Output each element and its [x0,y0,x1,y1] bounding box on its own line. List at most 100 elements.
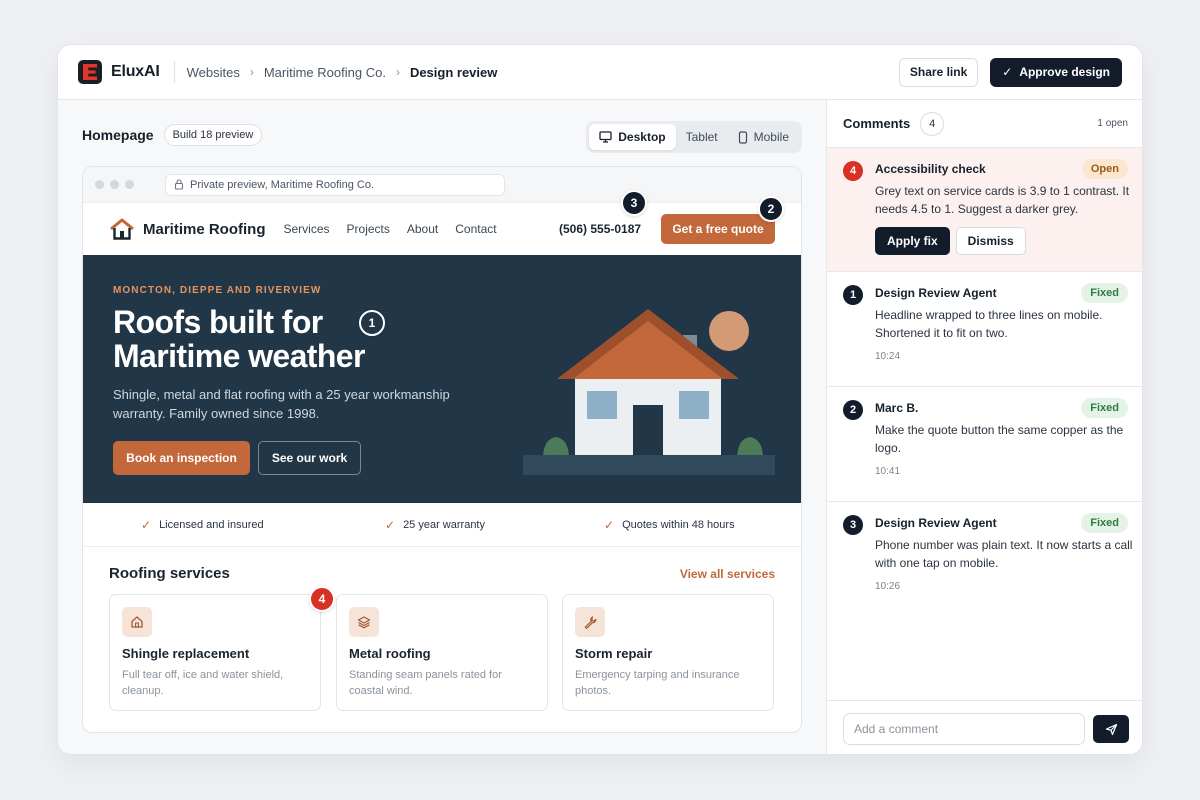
annotation-pin-1[interactable]: 1 [359,310,385,336]
annotation-pin-2[interactable]: 2 [758,196,784,222]
device-switcher: Desktop Tablet Mobile [586,121,802,153]
comment-body: Grey text on service cards is 3.9 to 1 c… [875,184,1130,216]
check-icon: ✓ [604,517,615,532]
wrench-icon [575,607,605,637]
view-all-services-link[interactable]: View all services [680,567,775,581]
comment-item[interactable]: 1 Design Review Agent Fixed Headline wra… [827,272,1142,387]
book-inspection-button[interactable]: Book an inspection [113,441,250,475]
comment-item[interactable]: 4 Accessibility check Open Grey text on … [827,148,1142,272]
layers-icon [349,607,379,637]
status-badge: Fixed [1081,398,1128,418]
site-nav-links: Services Projects About Contact [284,222,514,236]
device-mobile-label: Mobile [753,130,789,144]
check-icon: ✓ [1002,65,1013,79]
window-dot [125,180,134,189]
build-badge: Build 18 preview [163,124,263,146]
status-badge: Open [1081,159,1128,179]
hero-title-line-2: Maritime weather [113,338,365,374]
check-icon: ✓ [385,517,396,532]
get-quote-button[interactable]: Get a free quote [661,214,775,244]
service-title: Shingle replacement [122,646,250,661]
send-icon [1105,723,1117,735]
app-window: EluxAI Websites › Maritime Roofing Co. ›… [57,44,1143,755]
comment-pin-number: 4 [843,161,863,181]
browser-chrome: Private preview, Maritime Roofing Co. [83,167,801,203]
comment-body: Make the quote button the same copper as… [875,423,1124,455]
service-card[interactable]: Storm repair Emergency tarping and insur… [562,594,774,711]
share-link-button[interactable]: Share link [898,57,979,87]
phone-icon [738,130,747,144]
hero-title-line-1: Roofs built for [113,304,323,340]
monitor-icon [599,131,612,143]
top-bar: EluxAI Websites › Maritime Roofing Co. ›… [58,45,1142,100]
nav-projects[interactable]: Projects [347,222,390,236]
device-desktop-label: Desktop [618,130,666,144]
trust-text: 25 year warranty [403,518,485,531]
address-bar[interactable]: Private preview, Maritime Roofing Co. [165,173,505,196]
nav-services[interactable]: Services [284,222,330,236]
breadcrumb-websites[interactable]: Websites [187,65,240,80]
hero-subtitle: Shingle, metal and flat roofing with a 2… [113,387,450,421]
service-desc: Full tear off, ice and water shield, cle… [122,669,284,697]
service-card[interactable]: Shingle replacement Full tear off, ice a… [109,594,321,711]
breadcrumb-current: Design review [409,64,498,80]
comment-body: Phone number was plain text. It now star… [875,538,1133,570]
breadcrumb-client[interactable]: Maritime Roofing Co. [264,65,386,80]
comments-count-badge: 4 [920,111,945,136]
lock-icon [174,179,184,190]
nav-about[interactable]: About [407,222,438,236]
comment-item[interactable]: 3 Design Review Agent Fixed Phone number… [827,502,1142,617]
service-title: Metal roofing [349,646,431,661]
approve-design-button[interactable]: ✓ Approve design [990,57,1122,87]
annotation-pin-3[interactable]: 3 [621,190,647,216]
device-tablet-label: Tablet [685,130,718,144]
comment-pin-number: 3 [843,515,863,535]
device-desktop-tab[interactable]: Desktop [589,124,676,150]
annotation-pin-4[interactable]: 4 [309,586,335,612]
site-header: Maritime Roofing Services Projects About… [83,190,801,255]
comment-input[interactable]: Add a comment [843,713,1085,745]
comment-time: 10:26 [875,581,901,592]
comments-title: Comments [843,116,911,131]
nav-contact[interactable]: Contact [455,222,496,236]
device-tablet-tab[interactable]: Tablet [676,124,728,150]
comment-pin-number: 1 [843,285,863,305]
hero-title: Roofs built for Maritime weather [113,305,365,373]
see-our-work-button[interactable]: See our work [258,441,361,475]
device-mobile-tab[interactable]: Mobile [728,124,799,150]
comments-panel: Comments 4 1 open 4 Accessibility check … [826,100,1142,754]
apply-fix-button[interactable]: Apply fix [875,227,950,255]
comment-time: 10:41 [875,466,901,477]
trust-item: ✓ Quotes within 48 hours [604,518,735,532]
hero-eyebrow: MONCTON, DIEPPE AND RIVERVIEW [113,285,322,296]
service-desc: Emergency tarping and insurance photos. [575,669,740,697]
trust-text: Licensed and insured [159,518,264,531]
service-desc: Standing seam panels rated for coastal w… [349,669,502,697]
open-count[interactable]: 1 open [1097,118,1128,129]
trust-text: Quotes within 48 hours [622,518,735,531]
service-card[interactable]: Metal roofing Standing seam panels rated… [336,594,548,711]
site-phone-link[interactable]: (506) 555-0187 [559,222,641,236]
page-title: Homepage [82,127,154,143]
address-text: Private preview, Maritime Roofing Co. [190,178,375,191]
comment-body: Headline wrapped to three lines on mobil… [875,308,1103,340]
window-dot [110,180,119,189]
approve-design-label: Approve design [1019,65,1110,79]
check-icon: ✓ [141,517,152,532]
chevron-right-icon: › [395,65,400,79]
trust-item: ✓ 25 year warranty [385,518,485,532]
status-badge: Fixed [1081,283,1128,303]
comment-item[interactable]: 2 Marc B. Fixed Make the quote button th… [827,387,1142,502]
send-button[interactable] [1093,715,1129,743]
preview-workspace: Homepage Build 18 preview Desktop Tablet… [58,100,826,754]
comment-composer: Add a comment [827,700,1142,754]
comment-pin-number: 2 [843,400,863,420]
dismiss-button[interactable]: Dismiss [955,227,1026,255]
comment-time: 10:24 [875,351,901,362]
service-title: Storm repair [575,646,653,661]
site-logo-text[interactable]: Maritime Roofing [143,221,266,238]
divider [173,61,175,83]
browser-preview: Private preview, Maritime Roofing Co. Ma… [82,166,802,733]
trust-item: ✓ Licensed and insured [141,518,264,532]
site-hero: MONCTON, DIEPPE AND RIVERVIEW Roofs buil… [83,255,801,503]
